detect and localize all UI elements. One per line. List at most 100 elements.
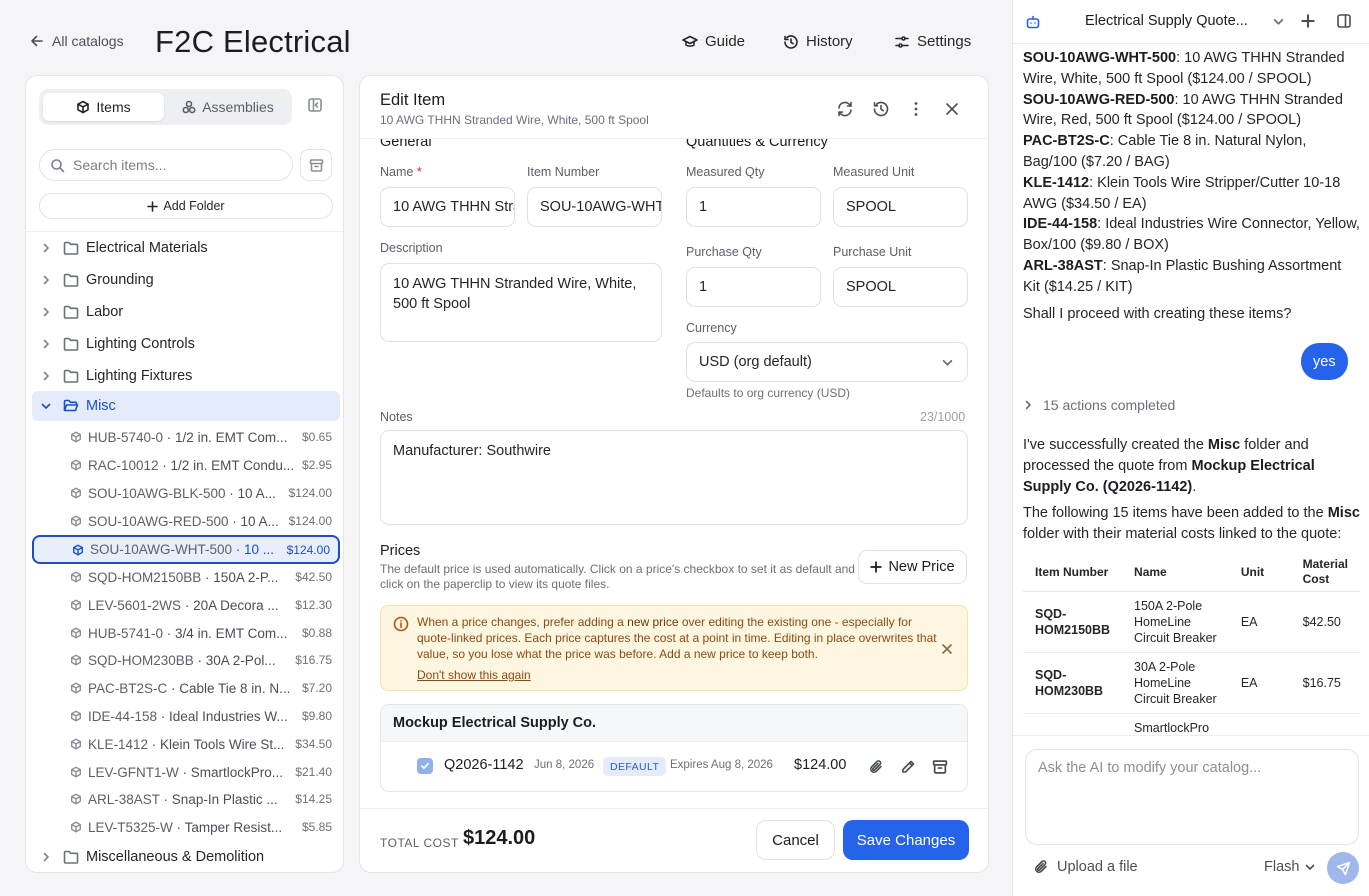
tree-item[interactable]: ARL-38AST · Snap-In Plastic ... $14.25 — [32, 786, 340, 812]
chat-input[interactable]: Ask the AI to modify your catalog... — [1025, 749, 1359, 845]
folder-electrical-materials[interactable]: Electrical Materials — [32, 233, 340, 263]
item-sku: SQD-HOM2150BB — [88, 569, 202, 585]
send-button[interactable] — [1327, 852, 1359, 884]
assistant-paragraph: I've successfully created the Misc folde… — [1023, 437, 1315, 495]
currency-value: USD (org default) — [699, 354, 812, 370]
more-vertical-icon[interactable] — [907, 100, 925, 118]
page-title: F2C Electrical — [155, 24, 351, 59]
purchase-qty-input[interactable]: 1 — [686, 267, 821, 307]
supplier-price-card: Mockup Electrical Supply Co. Q2026-1142 … — [380, 704, 968, 792]
tree-item[interactable]: SOU-10AWG-RED-500 · 10 A... $124.00 — [32, 508, 340, 534]
quote-date: Jun 8, 2026 — [534, 759, 595, 771]
search-items-field[interactable]: Search items... — [39, 149, 293, 181]
cube-icon — [70, 738, 82, 750]
description-textarea[interactable]: 10 AWG THHN Stranded Wire, White, 500 ft… — [380, 263, 662, 342]
folder-open-icon — [63, 399, 79, 413]
cube-icon — [76, 100, 90, 114]
tree-item[interactable]: SOU-10AWG-BLK-500 · 10 A... $124.00 — [32, 480, 340, 506]
chevron-down-icon[interactable] — [1273, 16, 1284, 27]
new-price-button[interactable]: New Price — [858, 550, 967, 584]
pencil-icon[interactable] — [900, 759, 916, 775]
tree-item[interactable]: RAC-10012 · 1/2 in. EMT Condu... $2.95 — [32, 452, 340, 478]
tree-item[interactable]: SQD-HOM230BB · 30A 2-Pol... $16.75 — [32, 647, 340, 673]
name-input[interactable]: 10 AWG THHN Stranded Wire — [380, 187, 515, 227]
table-cell: EA — [1228, 591, 1291, 653]
folder-label: Grounding — [86, 272, 154, 288]
upload-file-button[interactable]: Upload a file — [1033, 859, 1138, 875]
name-label: Name * — [380, 165, 422, 179]
measured-unit-input[interactable]: SPOOL — [833, 187, 968, 227]
item-number-label: Item Number — [527, 165, 600, 179]
back-label: All catalogs — [52, 33, 124, 49]
back-to-catalogs-link[interactable]: All catalogs — [30, 33, 124, 49]
item-name: Cable Tie 8 in. N... — [179, 680, 291, 696]
folder-lighting-fixtures[interactable]: Lighting Fixtures — [32, 361, 340, 391]
tree-item[interactable]: IDE-44-158 · Ideal Industries W... $9.80 — [32, 703, 340, 729]
tree-item[interactable]: HUB-5741-0 · 3/4 in. EMT Com... $0.88 — [32, 620, 340, 646]
folder-grounding[interactable]: Grounding — [32, 265, 340, 295]
refresh-icon[interactable] — [836, 100, 854, 118]
arrow-left-icon — [30, 34, 44, 48]
chevron-right-icon — [1023, 400, 1033, 410]
chat-title[interactable]: Electrical Supply Quote... — [1085, 13, 1250, 29]
panel-toggle-icon[interactable] — [1336, 13, 1352, 29]
tab-items[interactable]: Items — [43, 93, 164, 121]
folder-label: Lighting Controls — [86, 336, 195, 352]
new-chat-plus-icon[interactable] — [1301, 14, 1315, 28]
cancel-button[interactable]: Cancel — [756, 820, 835, 860]
close-icon[interactable] — [941, 643, 953, 655]
item-price: $34.50 — [295, 737, 332, 751]
item-sku: LEV-5601-2WS — [88, 597, 182, 613]
supplier-name: Mockup Electrical Supply Co. — [381, 705, 967, 742]
folder-misc-demolition[interactable]: Miscellaneous & Demolition — [32, 842, 340, 872]
tree-item[interactable]: HUB-5740-0 · 1/2 in. EMT Com... $0.65 — [32, 424, 340, 450]
tree-item[interactable]: KLE-1412 · Klein Tools Wire St... $34.50 — [32, 731, 340, 757]
item-sku: HUB-5741-0 — [88, 625, 164, 641]
history-icon[interactable] — [872, 100, 890, 118]
cube-icon — [72, 544, 84, 556]
tree-item[interactable]: LEV-GFNT1-W · SmartlockPro... $21.40 — [32, 759, 340, 785]
purchase-qty-label: Purchase Qty — [686, 245, 762, 259]
folder-labor[interactable]: Labor — [32, 297, 340, 327]
currency-select[interactable]: USD (org default) — [686, 342, 968, 382]
settings-button[interactable]: Settings — [894, 33, 971, 50]
actions-completed-toggle[interactable]: 15 actions completed — [1023, 397, 1175, 413]
model-select[interactable]: Flash — [1264, 859, 1315, 875]
measured-qty-input[interactable]: 1 — [686, 187, 821, 227]
column-header: Unit — [1228, 553, 1291, 592]
table-row: SQD-HOM2150BB 150A 2-Pole HomeLine Circu… — [1023, 591, 1360, 653]
tree-item[interactable]: SQD-HOM2150BB · 150A 2-P... $42.50 — [32, 564, 340, 590]
tree-item[interactable]: LEV-T5325-W · Tamper Resist... $5.85 — [32, 814, 340, 840]
purchase-unit-label: Purchase Unit — [833, 245, 912, 259]
default-price-checkbox[interactable] — [417, 758, 433, 774]
folder-label: Misc — [86, 398, 116, 414]
graduation-cap-icon — [682, 34, 698, 50]
tree-item-selected[interactable]: SOU-10AWG-WHT-500 · 10 ... $124.00 — [32, 535, 340, 564]
tab-assemblies[interactable]: Assemblies — [168, 93, 288, 121]
tree-item[interactable]: LEV-5601-2WS · 20A Decora ... $12.30 — [32, 592, 340, 618]
purchase-unit-input[interactable]: SPOOL — [833, 267, 968, 307]
close-icon[interactable] — [943, 100, 961, 118]
folder-label: Labor — [86, 304, 124, 320]
item-price: $16.75 — [295, 653, 332, 667]
guide-button[interactable]: Guide — [682, 33, 745, 50]
archive-icon[interactable] — [932, 759, 948, 775]
archive-button[interactable] — [300, 149, 332, 181]
upload-label: Upload a file — [1057, 859, 1138, 875]
save-changes-button[interactable]: Save Changes — [843, 820, 969, 860]
paperclip-icon[interactable] — [868, 759, 884, 775]
notes-textarea[interactable]: Manufacturer: Southwire — [380, 430, 968, 525]
folder-misc[interactable]: Misc — [32, 391, 340, 421]
cube-icon — [70, 515, 82, 527]
cube-icon — [70, 571, 82, 583]
chat-list-line: SOU-10AWG-WHT-500: 10 AWG THHN Stranded … — [1023, 50, 1345, 87]
table-row: SQD-HOM230BB 30A 2-Pole HomeLine Circuit… — [1023, 652, 1360, 714]
add-folder-button[interactable]: Add Folder — [39, 193, 333, 219]
history-button[interactable]: History — [783, 33, 853, 50]
tree-item[interactable]: PAC-BT2S-C · Cable Tie 8 in. N... $7.20 — [32, 675, 340, 701]
dont-show-again-link[interactable]: Don't show this again — [417, 668, 531, 682]
item-number-input[interactable]: SOU-10AWG-WHT-500 — [527, 187, 662, 227]
collapse-sidebar-icon[interactable] — [307, 97, 323, 113]
folder-lighting-controls[interactable]: Lighting Controls — [32, 329, 340, 359]
item-price: $7.20 — [301, 681, 332, 695]
